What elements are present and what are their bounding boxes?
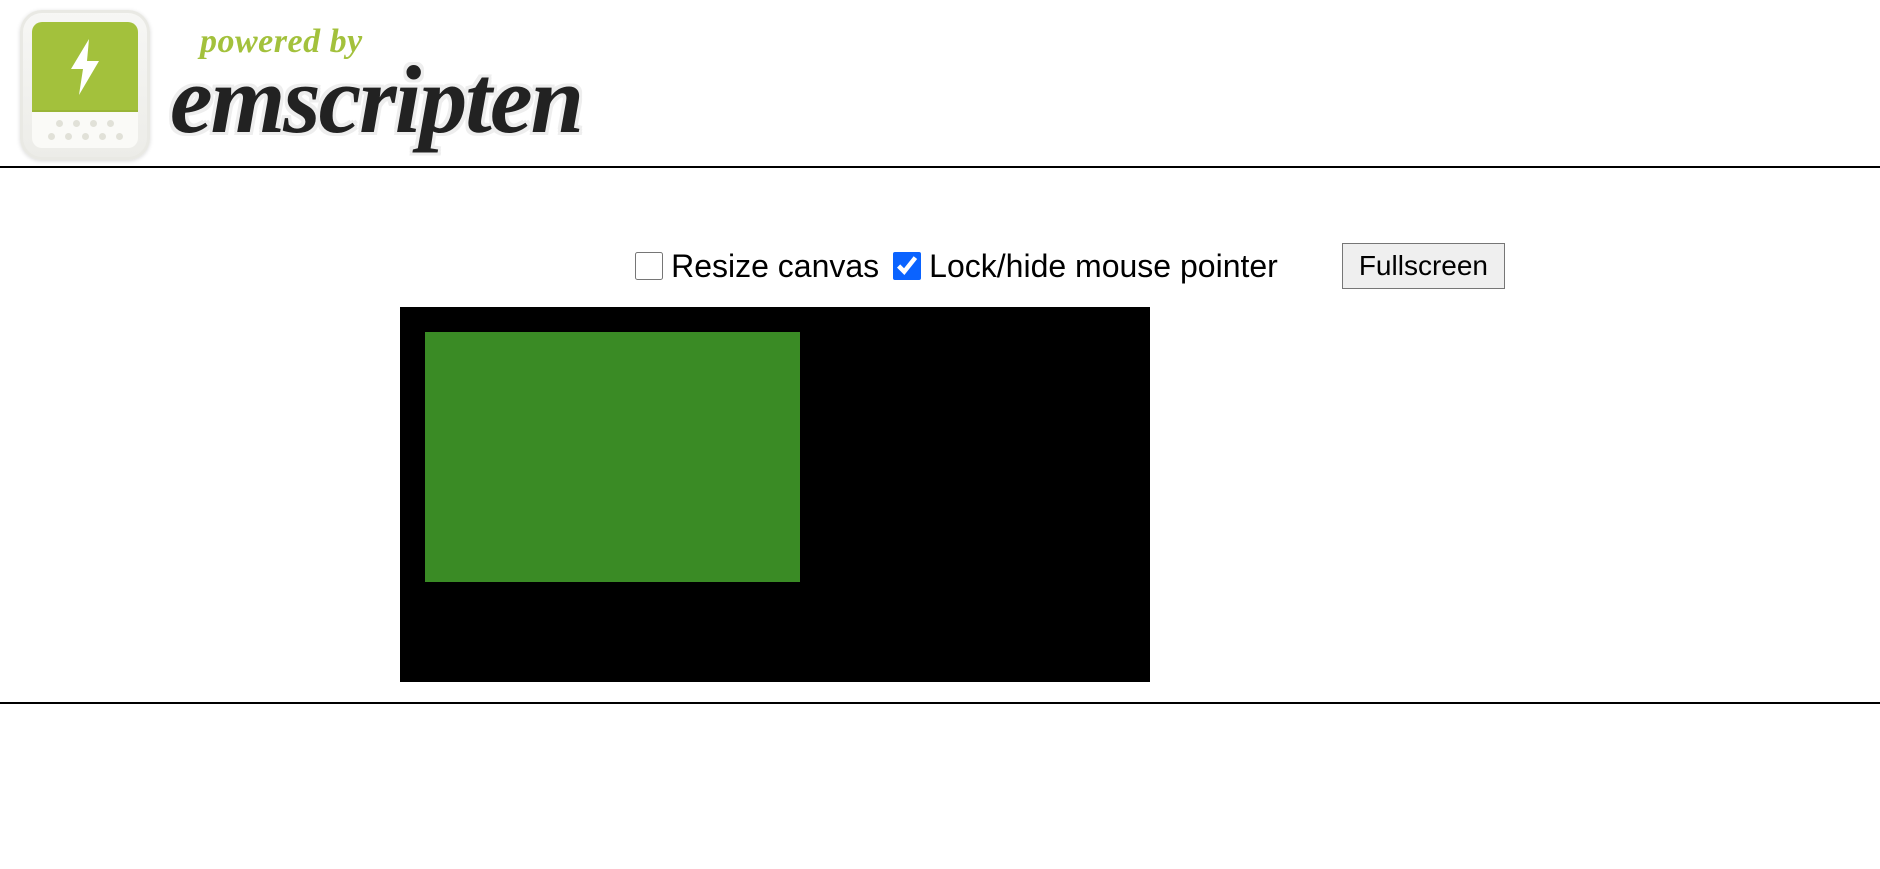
brand-text: emscripten: [170, 57, 582, 143]
header: powered by emscripten: [0, 0, 1880, 170]
resize-canvas-label[interactable]: Resize canvas: [671, 248, 879, 285]
lock-pointer-checkbox[interactable]: [893, 252, 921, 280]
main: Resize canvas Lock/hide mouse pointer Fu…: [0, 168, 1880, 682]
logo-bottom: [32, 112, 138, 148]
fullscreen-button[interactable]: Fullscreen: [1342, 243, 1505, 289]
dot-row: [56, 120, 114, 127]
lock-pointer-label[interactable]: Lock/hide mouse pointer: [929, 248, 1278, 285]
logo-top: [32, 22, 138, 112]
dot-row: [48, 133, 123, 140]
lightning-bolt-icon: [65, 39, 105, 95]
controls-row: Resize canvas Lock/hide mouse pointer Fu…: [375, 243, 1505, 289]
resize-canvas-checkbox[interactable]: [635, 252, 663, 280]
lock-pointer-control: Lock/hide mouse pointer: [893, 248, 1278, 285]
green-rectangle: [425, 332, 800, 582]
resize-canvas-control: Resize canvas: [635, 248, 879, 285]
divider-bottom: [0, 702, 1880, 704]
wordmark: powered by emscripten: [170, 27, 582, 144]
canvas[interactable]: [400, 307, 1150, 682]
emscripten-logo-icon: [20, 10, 150, 160]
